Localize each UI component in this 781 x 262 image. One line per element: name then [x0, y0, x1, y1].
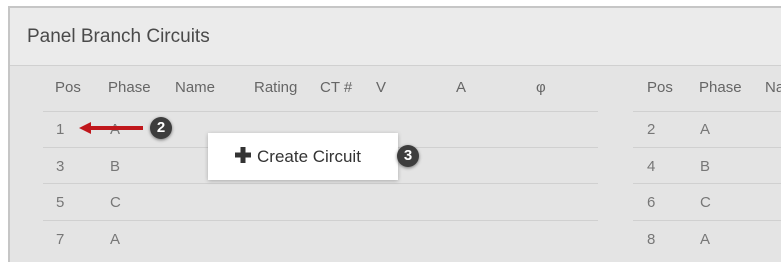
cell-pos[interactable]: 8: [647, 231, 655, 248]
cell-phase[interactable]: B: [700, 158, 710, 175]
row-divider: [633, 183, 781, 184]
cell-pos[interactable]: 5: [56, 194, 64, 211]
cell-pos[interactable]: 6: [647, 194, 655, 211]
col-header-name[interactable]: Name: [175, 79, 215, 96]
cell-phase[interactable]: A: [700, 121, 710, 138]
panel-title: Panel Branch Circuits: [27, 26, 210, 47]
col-header-phase-right[interactable]: Phase: [699, 79, 742, 96]
cell-phase[interactable]: A: [110, 231, 120, 248]
callout-badge-3: 3: [397, 145, 419, 167]
callout-badge-2: 2: [150, 117, 172, 139]
row-divider: [633, 147, 781, 148]
col-header-v[interactable]: V: [376, 79, 386, 96]
annotation-arrow: [79, 122, 143, 134]
panel-header: Panel Branch Circuits: [10, 8, 781, 66]
col-header-a[interactable]: A: [456, 79, 466, 96]
cell-phase[interactable]: C: [700, 194, 711, 211]
row-divider: [633, 111, 781, 112]
cell-pos[interactable]: 3: [56, 158, 64, 175]
plus-icon: [235, 147, 251, 163]
col-header-phi[interactable]: φ: [536, 79, 546, 96]
cell-pos[interactable]: 7: [56, 231, 64, 248]
row-divider: [43, 183, 598, 184]
cell-phase[interactable]: A: [700, 231, 710, 248]
row-divider: [43, 220, 598, 221]
col-header-rating[interactable]: Rating: [254, 79, 297, 96]
col-header-phase[interactable]: Phase: [108, 79, 151, 96]
col-header-pos[interactable]: Pos: [55, 79, 81, 96]
cell-pos[interactable]: 4: [647, 158, 655, 175]
create-circuit-label[interactable]: Create Circuit: [257, 147, 361, 167]
cell-phase[interactable]: C: [110, 194, 121, 211]
create-circuit-popup[interactable]: Create Circuit: [208, 133, 398, 180]
row-divider: [43, 111, 598, 112]
cell-phase[interactable]: B: [110, 158, 120, 175]
col-header-pos-right[interactable]: Pos: [647, 79, 673, 96]
col-header-name-right[interactable]: Na: [765, 79, 781, 96]
row-divider: [633, 220, 781, 221]
cell-pos[interactable]: 2: [647, 121, 655, 138]
cell-pos[interactable]: 1: [56, 121, 64, 138]
col-header-ct[interactable]: CT #: [320, 79, 352, 96]
